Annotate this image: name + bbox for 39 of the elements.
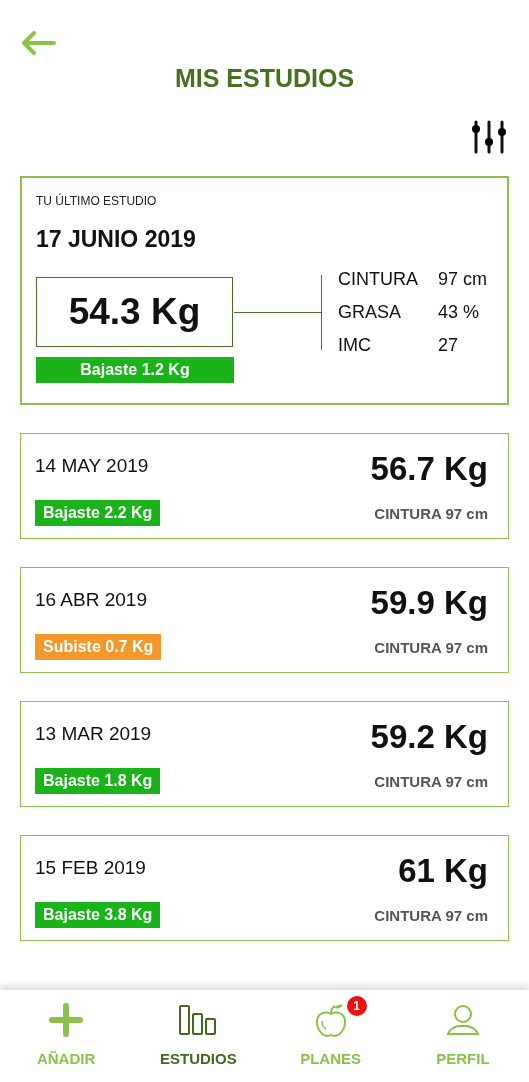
change-badge: Bajaste 1.8 Kg	[35, 767, 161, 794]
page-title: MIS ESTUDIOS	[174, 64, 355, 92]
study-date: 17 JUNIO 2019	[36, 225, 197, 254]
study-date: 15 FEB 2019	[35, 855, 147, 880]
study-date: 13 MAR 2019	[35, 721, 153, 746]
metric-value: 43 %	[438, 301, 481, 324]
bar-chart-icon	[179, 1005, 218, 1035]
filter-icon[interactable]	[471, 120, 509, 154]
change-badge: Bajaste 2.2 Kg	[35, 499, 161, 526]
apple-icon	[314, 1003, 347, 1037]
change-badge: Bajaste 1.2 Kg	[36, 356, 234, 383]
waist-value: CINTURA 97 cm	[374, 772, 488, 792]
metric-label: CINTURA	[338, 268, 419, 291]
study-card[interactable]: 16 ABR 2019 Subiste 0.7 Kg 59.9 Kg CINTURA 97 cm	[20, 566, 509, 673]
weight-value: 59.2 Kg	[370, 719, 488, 753]
study-date: 16 ABR 2019	[35, 587, 148, 612]
nav-tab[interactable]: 1 PLANES	[264, 990, 397, 1082]
nav-tab[interactable]: ESTUDIOS	[132, 990, 265, 1082]
waist-value: CINTURA 97 cm	[374, 906, 488, 926]
metric-value: 97 cm	[438, 268, 488, 291]
study-card[interactable]: 13 MAR 2019 Bajaste 1.8 Kg 59.2 Kg CINTURA 97 cm	[20, 700, 509, 807]
study-card[interactable]: 15 FEB 2019 Bajaste 3.8 Kg 61 Kg CINTURA 97 cm	[20, 834, 509, 941]
plus-icon	[49, 1003, 84, 1037]
metric-label: IMC	[338, 334, 372, 357]
weight-value: 59.9 Kg	[370, 585, 488, 619]
study-card[interactable]: 14 MAY 2019 Bajaste 2.2 Kg 56.7 Kg CINTURA 97 cm	[20, 432, 509, 539]
waist-value: CINTURA 97 cm	[374, 504, 488, 524]
weight-value: 61 Kg	[398, 853, 488, 887]
change-badge: Subiste 0.7 Kg	[35, 633, 162, 660]
waist-value: CINTURA 97 cm	[374, 638, 488, 658]
notification-badge: 1	[346, 996, 367, 1016]
user-icon	[445, 1004, 480, 1036]
section-label: TU ÚLTIMO ESTUDIO	[36, 192, 158, 210]
weight-value: 54.3 Kg	[36, 276, 233, 347]
change-badge: Bajaste 3.8 Kg	[35, 901, 161, 928]
study-date: 14 MAY 2019	[35, 453, 150, 478]
metric-value: 27	[438, 334, 460, 357]
metric-label: GRASA	[338, 301, 403, 324]
weight-value: 56.7 Kg	[370, 451, 488, 485]
